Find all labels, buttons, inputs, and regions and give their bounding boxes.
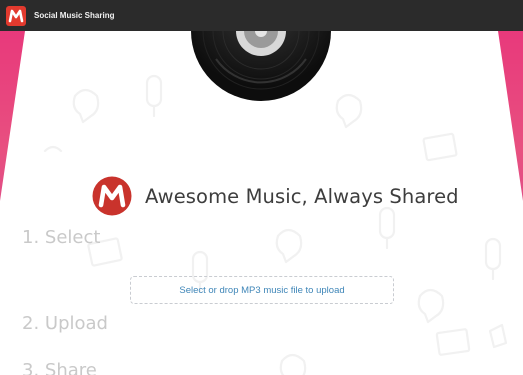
step-upload-label: 2. Upload [22,313,108,334]
vinyl-record-icon [191,31,331,101]
main-panel: Awesome Music, Always Shared 1. Select 2… [0,31,523,375]
step-share-label: 3. Share [22,360,97,375]
app-logo-icon [6,5,26,26]
brand-header: Awesome Music, Always Shared [92,176,459,216]
m-logo-icon [92,176,132,216]
title-bar: Social Music Sharing [0,0,523,31]
step-select-label: 1. Select [22,227,101,248]
dropzone-label: Select or drop MP3 music file to upload [179,284,345,296]
file-dropzone[interactable]: Select or drop MP3 music file to upload [130,276,394,304]
window-title: Social Music Sharing [34,11,115,20]
tagline: Awesome Music, Always Shared [145,184,459,208]
